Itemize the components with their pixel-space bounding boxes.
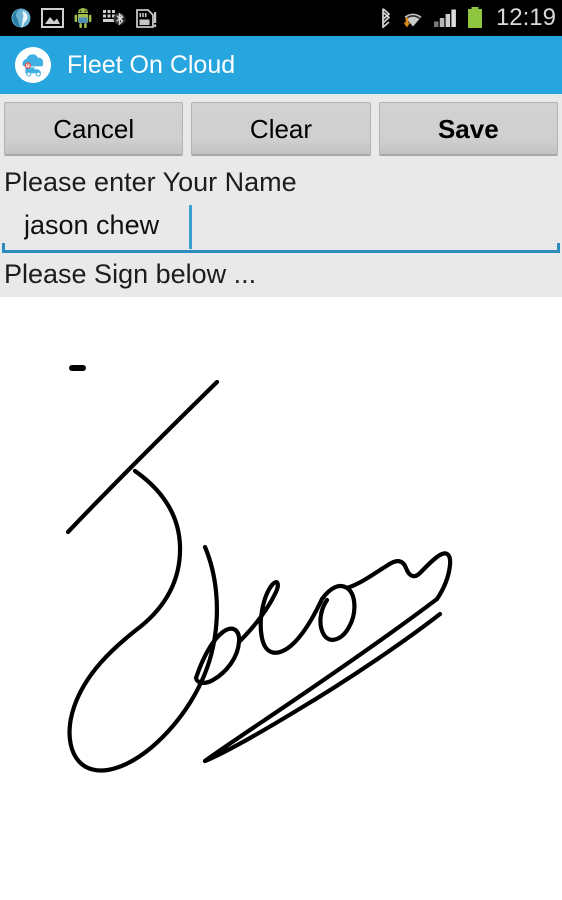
app-bar: Fleet On Cloud: [0, 36, 562, 94]
sd-card-icon: [135, 7, 157, 29]
gallery-image-icon: [41, 8, 64, 28]
android-robot-icon: [73, 7, 93, 29]
bluetooth-keyboard-icon: [102, 8, 126, 28]
browser-icon: [10, 7, 32, 29]
status-bar-left-icons: [10, 7, 379, 29]
fleet-on-cloud-logo: [14, 46, 52, 84]
name-field-label: Please enter Your Name: [4, 167, 297, 197]
cellular-signal-icon: [433, 7, 459, 29]
save-button[interactable]: Save: [378, 102, 558, 156]
form-panel: Cancel Clear Save Please enter Your Name…: [0, 94, 562, 297]
bluetooth-icon: [379, 7, 393, 29]
signature-ink: [65, 364, 453, 773]
sign-below-label: Please Sign below ...: [4, 258, 257, 289]
app-title: Fleet On Cloud: [67, 50, 236, 79]
action-button-row: Cancel Clear Save: [0, 94, 562, 162]
clear-button[interactable]: Clear: [191, 102, 371, 156]
battery-icon: [466, 6, 484, 30]
status-bar: 12:19: [0, 0, 562, 36]
text-caret: [189, 204, 192, 249]
name-input[interactable]: [2, 202, 560, 249]
signature-canvas[interactable]: [0, 296, 562, 873]
input-underline: [2, 242, 560, 253]
wifi-icon: [400, 6, 426, 30]
status-bar-clock: 12:19: [495, 4, 556, 31]
status-bar-right-icons: 12:19: [379, 4, 556, 32]
cancel-button[interactable]: Cancel: [4, 102, 184, 156]
name-input-wrapper: [2, 202, 560, 253]
